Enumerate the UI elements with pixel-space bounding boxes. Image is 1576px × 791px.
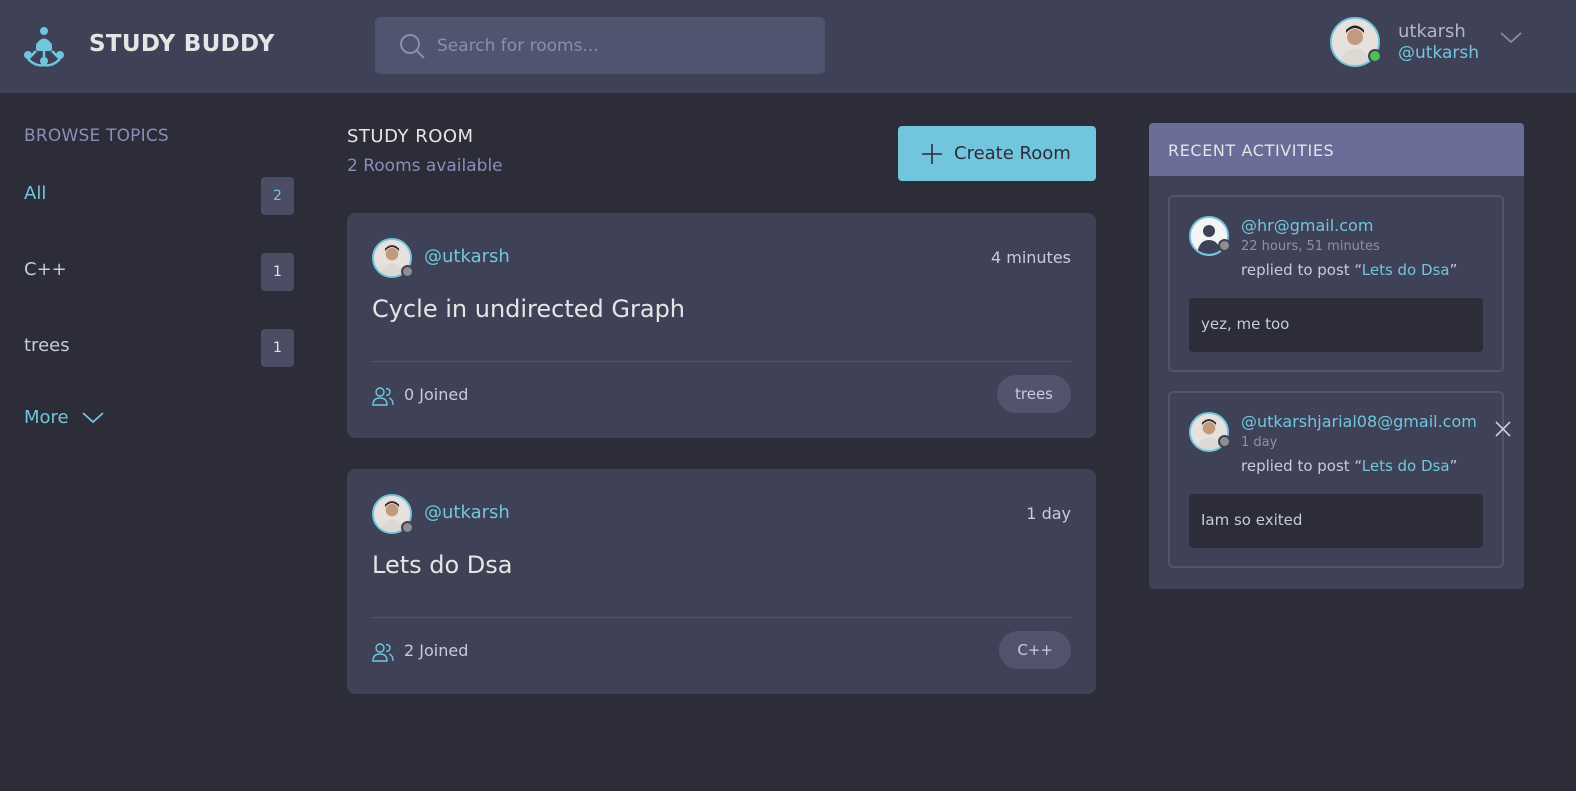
room-topic-tag[interactable]: C++ (999, 631, 1071, 669)
recent-activities-panel: RECENT ACTIVITIES @hr@gmail.com 22 hours… (1149, 123, 1524, 589)
activity-user-link[interactable]: @utkarshjarial08@gmail.com (1241, 412, 1477, 431)
room-host-link[interactable]: @utkarsh (424, 246, 510, 267)
search-input[interactable] (437, 17, 807, 74)
activity-time: 1 day (1241, 435, 1278, 450)
chevron-down-icon[interactable] (1500, 31, 1522, 45)
topic-item-cpp[interactable]: C++ 1 (24, 253, 294, 293)
recent-activities-title: RECENT ACTIVITIES (1149, 123, 1524, 176)
activity-post-link[interactable]: Lets do Dsa (1362, 261, 1450, 279)
activity-user-link[interactable]: @hr@gmail.com (1241, 216, 1373, 235)
online-status-dot (1368, 49, 1382, 63)
divider (372, 361, 1072, 362)
close-icon[interactable] (1495, 421, 1511, 437)
topic-item-all[interactable]: All 2 (24, 177, 294, 217)
offline-status-dot (1218, 239, 1231, 252)
topic-count-badge: 2 (261, 177, 294, 215)
room-card[interactable]: @utkarsh 1 day Lets do Dsa 2 Joined C++ (347, 469, 1096, 694)
topic-item-trees[interactable]: trees 1 (24, 329, 294, 369)
topic-label: All (24, 183, 47, 204)
activity-item: @utkarshjarial08@gmail.com 1 day replied… (1168, 391, 1511, 568)
activity-message: yez, me too (1189, 298, 1483, 352)
room-joined-count: 0 Joined (404, 385, 469, 404)
room-time: 1 day (1026, 504, 1071, 523)
activity-post-link[interactable]: Lets do Dsa (1362, 457, 1450, 475)
activity-description: replied to post “Lets do Dsa” (1241, 457, 1457, 475)
activity-suffix: ” (1449, 261, 1458, 279)
room-name-link[interactable]: Cycle in undirected Graph (372, 295, 685, 323)
top-header: STUDY BUDDY utkarsh @utkarsh (0, 0, 1576, 93)
create-room-button[interactable]: Create Room (898, 126, 1096, 181)
room-host-link[interactable]: @utkarsh (424, 502, 510, 523)
avatar[interactable] (372, 494, 414, 534)
topic-label: trees (24, 335, 70, 356)
activity-prefix: replied to post “ (1241, 261, 1362, 279)
topic-label: C++ (24, 259, 67, 280)
avatar[interactable] (1189, 412, 1231, 452)
user-handle: @utkarsh (1398, 43, 1480, 63)
room-name-link[interactable]: Lets do Dsa (372, 551, 513, 579)
users-icon (372, 387, 394, 406)
offline-status-dot (401, 521, 414, 534)
plus-icon (922, 143, 942, 164)
browse-topics-title: BROWSE TOPICS (24, 126, 169, 146)
activity-prefix: replied to post “ (1241, 457, 1362, 475)
activity-suffix: ” (1449, 457, 1458, 475)
brand-title[interactable]: STUDY BUDDY (89, 31, 275, 57)
room-topic-tag[interactable]: trees (997, 375, 1071, 413)
create-room-label: Create Room (954, 143, 1071, 164)
user-name: utkarsh (1398, 21, 1466, 42)
users-icon (372, 643, 394, 662)
user-menu[interactable]: utkarsh @utkarsh (1330, 17, 1530, 71)
activity-description: replied to post “Lets do Dsa” (1241, 261, 1457, 279)
activity-item: @hr@gmail.com 22 hours, 51 minutes repli… (1168, 195, 1504, 372)
search-bar[interactable] (375, 17, 825, 74)
activity-time: 22 hours, 51 minutes (1241, 239, 1380, 254)
offline-status-dot (1218, 435, 1231, 448)
activity-message: Iam so exited (1189, 494, 1483, 548)
offline-status-dot (401, 265, 414, 278)
divider (372, 617, 1072, 618)
search-icon (400, 34, 425, 59)
room-time: 4 minutes (990, 248, 1071, 267)
topic-count-badge: 1 (261, 329, 294, 367)
avatar[interactable] (1330, 17, 1382, 67)
more-topics-button[interactable]: More (24, 407, 104, 428)
avatar[interactable] (372, 238, 414, 278)
avatar[interactable] (1189, 216, 1231, 256)
room-joined-count: 2 Joined (404, 641, 469, 660)
topic-count-badge: 1 (261, 253, 294, 291)
chevron-down-icon (82, 412, 104, 424)
more-label: More (24, 407, 69, 428)
study-buddy-logo-icon[interactable] (22, 25, 66, 67)
rooms-available-count: 2 Rooms available (347, 156, 503, 176)
room-card[interactable]: @utkarsh 4 minutes Cycle in undirected G… (347, 213, 1096, 438)
study-room-title: STUDY ROOM (347, 126, 474, 147)
